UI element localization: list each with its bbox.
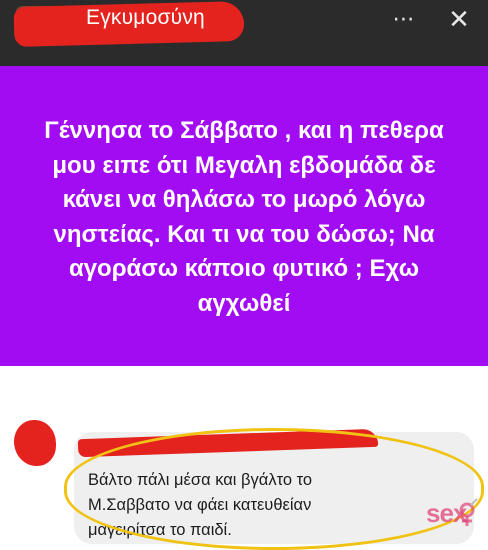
close-icon[interactable]: ✕ (442, 4, 476, 34)
commenter-avatar-redacted[interactable] (14, 420, 56, 466)
more-options-icon[interactable]: ⋯ (384, 6, 424, 32)
group-name[interactable]: Εγκυμοσύνη (86, 6, 205, 30)
highlight-circle (64, 428, 484, 550)
group-header: Εγκυμοσύνη ⋯ ✕ (0, 0, 488, 66)
venus-mars-icon (459, 498, 478, 526)
watermark-logo: sex (426, 494, 488, 550)
post-text: Γέννησα το Σάββατο , και η πεθερα μου ει… (44, 117, 444, 317)
